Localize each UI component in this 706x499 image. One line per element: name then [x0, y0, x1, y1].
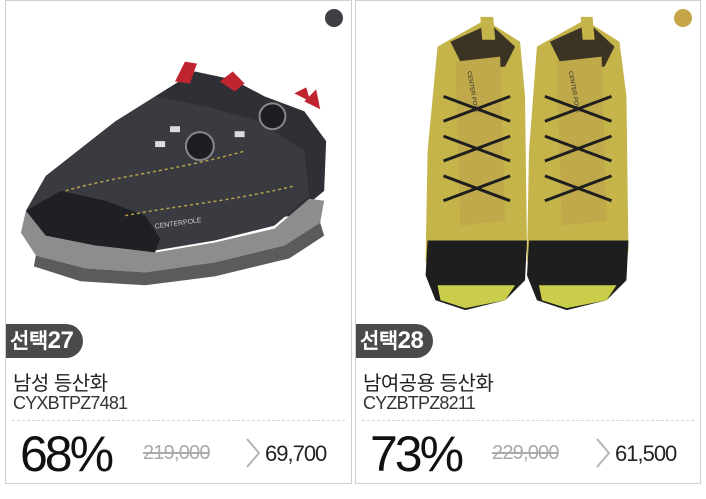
sale-price: 61,500 — [615, 441, 677, 466]
color-swatch[interactable] — [325, 9, 343, 27]
product-card[interactable]: CENTER POLE CENTER POLE 선택28 남여공용 등산화 CY… — [355, 0, 701, 484]
original-price: 229,000 — [492, 442, 559, 464]
product-name[interactable]: 남여공용 등산화 — [363, 367, 494, 396]
choice-label: 선택 — [10, 330, 48, 353]
original-price: 219,000 — [143, 442, 210, 464]
divider — [362, 420, 694, 421]
product-image[interactable]: CENTER POLE CENTER POLE — [356, 1, 700, 321]
choice-number: 27 — [47, 327, 74, 354]
discount-rate: 68% — [20, 426, 114, 482]
chevron-right-icon — [596, 438, 611, 468]
discount-rate: 73% — [370, 426, 464, 482]
product-card[interactable]: CENTERPOLE 선택27 남성 등산화 CYXBTPZ7481 68% 2… — [5, 0, 352, 484]
product-name[interactable]: 남성 등산화 — [13, 367, 108, 396]
divider — [12, 420, 345, 421]
product-image[interactable]: CENTERPOLE — [6, 1, 351, 321]
choice-number: 28 — [397, 327, 424, 354]
product-code: CYXBTPZ7481 — [13, 393, 128, 413]
color-swatch[interactable] — [674, 9, 692, 27]
chevron-right-icon — [246, 438, 261, 468]
choice-label: 선택 — [360, 330, 398, 353]
choice-badge: 선택28 — [356, 324, 434, 358]
product-code: CYZBTPZ8211 — [363, 393, 476, 413]
sale-price: 69,700 — [265, 441, 327, 466]
choice-badge: 선택27 — [6, 324, 84, 358]
